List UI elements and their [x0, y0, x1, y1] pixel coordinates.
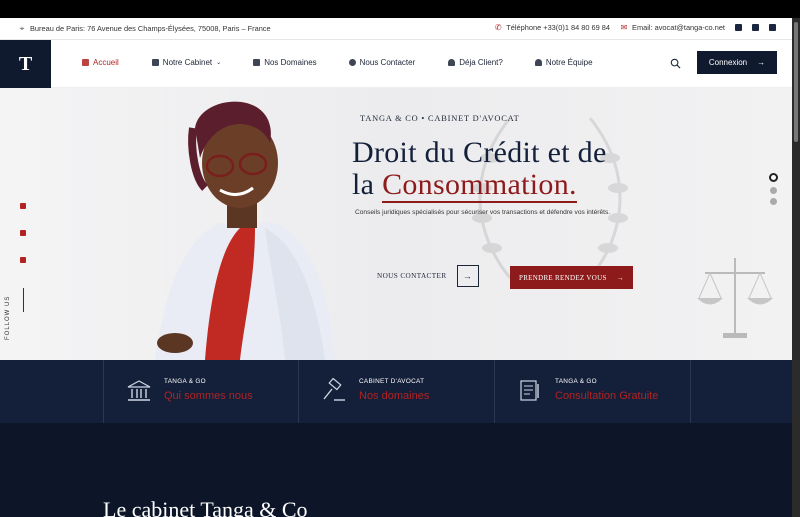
facebook-icon[interactable] [20, 203, 26, 209]
facebook-icon[interactable] [735, 24, 742, 31]
user-icon [448, 59, 456, 66]
page-scrollbar[interactable] [792, 18, 800, 517]
connexion-button[interactable]: Connexion → [697, 51, 777, 74]
nav-item-deja-client[interactable]: Déja Client? [448, 58, 503, 67]
phone-icon: ✆ [494, 22, 502, 32]
email-link[interactable]: ✉ Email: avocat@tanga-co.net [620, 23, 725, 32]
feature-strip: TANGA & GO Qui sommes nous CABINET D'AVO… [0, 360, 792, 423]
scrollbar-thumb[interactable] [794, 22, 798, 142]
team-icon [534, 59, 542, 66]
feature-kicker: TANGA & GO [164, 378, 206, 385]
nous-contacter-link[interactable]: NOUS CONTACTER → [377, 265, 479, 287]
nav-item-label: Nos Domaines [264, 58, 317, 67]
feature-qui-sommes-nous[interactable]: TANGA & GO Qui sommes nous [103, 360, 299, 423]
scales-of-justice-icon [697, 258, 773, 338]
phone-link[interactable]: ✆ Téléphone +33(0)1 84 80 69 84 [494, 23, 610, 32]
slide-dot-3[interactable] [770, 198, 777, 205]
courthouse-icon [127, 380, 151, 401]
main-nav: T Accueil Notre Cabinet ⌄ Nos Domaines N… [0, 40, 792, 88]
contact-block: ✆ Téléphone +33(0)1 84 80 69 84 ✉ Email:… [494, 23, 776, 32]
location-pin-icon: ⌖ [19, 23, 25, 33]
building-icon [151, 59, 159, 66]
feature-title: Consultation Gratuite [555, 390, 659, 402]
divider [23, 288, 24, 312]
nav-item-nous-contacter[interactable]: Nous Contacter [348, 58, 416, 67]
nav-item-label: Nous Contacter [359, 58, 416, 67]
nav-item-notre-cabinet[interactable]: Notre Cabinet ⌄ [151, 58, 222, 67]
address-block: ⌖ Bureau de Paris: 76 Avenue des Champs-… [18, 24, 271, 33]
logo-letter: T [18, 52, 33, 75]
nav-item-label: Notre Équipe [545, 58, 593, 67]
hero-title-line-2: la Consommation. [352, 168, 577, 203]
hero-section: TANGA & CO • CABINET D'AVOCAT Droit du C… [0, 88, 792, 360]
slide-dot-2[interactable] [770, 187, 777, 194]
rdv-label: PRENDRE RENDEZ VOUS [519, 273, 607, 282]
feature-kicker: CABINET D'AVOCAT [359, 378, 425, 385]
slide-dot-1[interactable] [769, 173, 778, 182]
arrow-right-icon: → [616, 273, 624, 282]
nav-item-label: Accueil [93, 58, 119, 67]
youtube-icon[interactable] [20, 230, 26, 236]
contact-label: NOUS CONTACTER [377, 272, 447, 280]
hero-eyebrow: TANGA & CO • CABINET D'AVOCAT [360, 114, 520, 123]
book-icon [253, 59, 261, 66]
email-text: Email: avocat@tanga-co.net [632, 23, 725, 32]
feature-consultation-gratuite[interactable]: TANGA & GO Consultation Gratuite [495, 360, 691, 423]
nav-item-accueil[interactable]: Accueil [82, 58, 119, 67]
site-logo[interactable]: T [0, 40, 51, 88]
hero-title-prefix: la [352, 168, 383, 201]
linkedin-icon[interactable] [20, 257, 26, 263]
mail-icon: ✉ [620, 22, 628, 32]
feature-kicker: TANGA & GO [555, 378, 597, 385]
gavel-icon [323, 378, 345, 401]
hero-subtitle: Conseils juridiques spécialisés pour séc… [355, 209, 611, 216]
about-section: Le cabinet Tanga & Co [0, 423, 792, 517]
feature-title: Qui sommes nous [164, 390, 253, 402]
hero-title-line-1: Droit du Crédit et de [352, 136, 607, 169]
chevron-down-icon: ⌄ [216, 60, 222, 66]
top-info-bar: ⌖ Bureau de Paris: 76 Avenue des Champs-… [0, 18, 792, 40]
search-icon[interactable] [670, 58, 681, 69]
feature-nos-domaines[interactable]: CABINET D'AVOCAT Nos domaines [299, 360, 495, 423]
address-text: Bureau de Paris: 76 Avenue des Champs-Él… [30, 24, 271, 33]
follow-us-label: FOLLOW US [5, 295, 11, 340]
nav-menu: Accueil Notre Cabinet ⌄ Nos Domaines Nou… [82, 58, 593, 67]
hero-title-accent: Consommation. [382, 168, 577, 203]
connexion-label: Connexion [708, 58, 748, 67]
nav-item-notre-equipe[interactable]: Notre Équipe [534, 58, 593, 67]
arrow-right-icon: → [456, 265, 479, 287]
page: ⌖ Bureau de Paris: 76 Avenue des Champs-… [0, 18, 792, 517]
prendre-rendez-vous-button[interactable]: PRENDRE RENDEZ VOUS → [510, 266, 633, 289]
nav-item-nos-domaines[interactable]: Nos Domaines [253, 58, 317, 67]
youtube-icon[interactable] [752, 24, 759, 31]
feature-title: Nos domaines [359, 390, 430, 402]
section-heading: Le cabinet Tanga & Co [103, 497, 308, 517]
document-icon [520, 380, 539, 401]
follow-us-bar: FOLLOW US [5, 198, 30, 348]
nav-item-label: Notre Cabinet [162, 58, 213, 67]
phone-text: Téléphone +33(0)1 84 80 69 84 [506, 23, 611, 32]
lawyer-portrait-image [155, 101, 335, 360]
linkedin-icon[interactable] [769, 24, 776, 31]
phone-icon [348, 59, 356, 66]
nav-item-label: Déja Client? [459, 58, 503, 67]
arrow-right-icon: → [757, 58, 766, 67]
home-icon [82, 59, 89, 66]
